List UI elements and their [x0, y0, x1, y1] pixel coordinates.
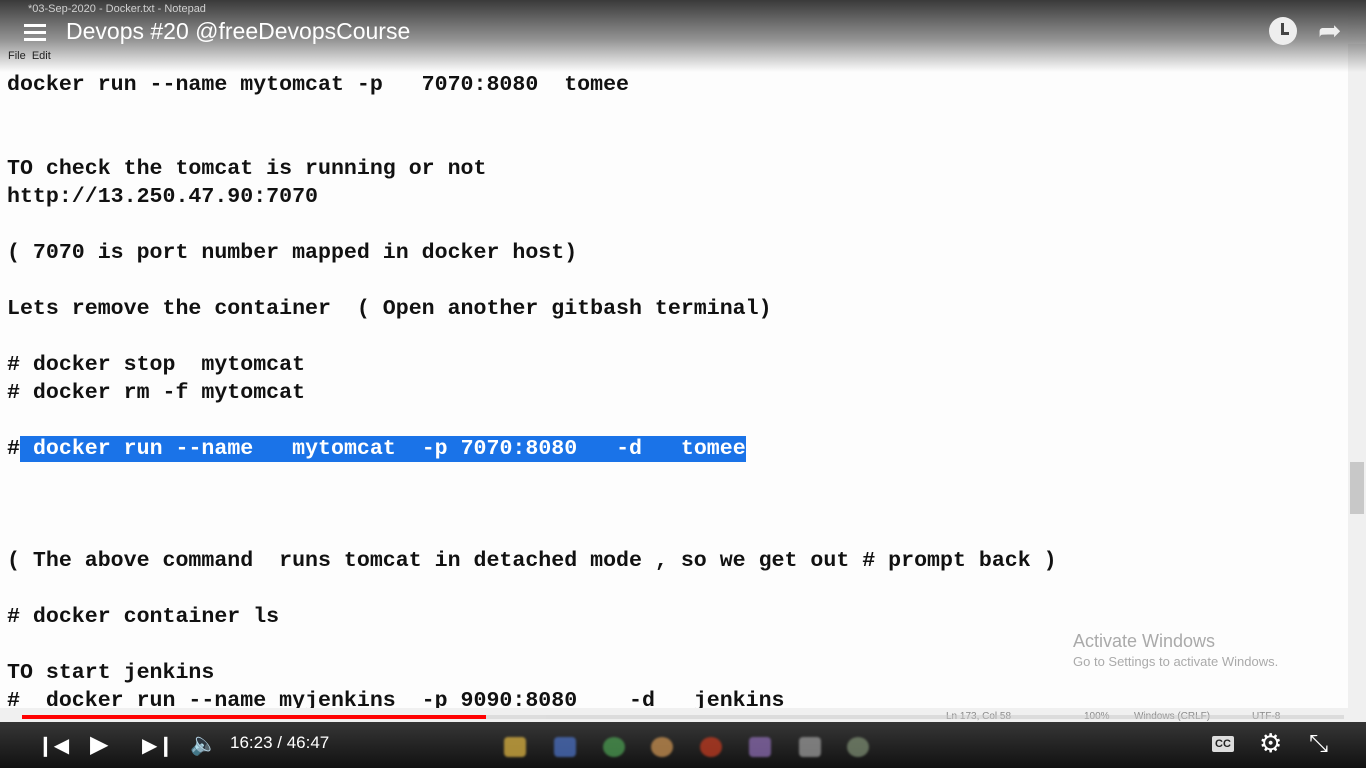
- vertical-scrollbar[interactable]: [1348, 44, 1366, 708]
- text-line: ( 7070 is port number mapped in docker h…: [7, 241, 578, 265]
- captions-icon[interactable]: CC: [1212, 736, 1234, 752]
- text-line: docker run --name mytomcat -p 7070:8080 …: [7, 73, 630, 97]
- text-line: [7, 463, 1057, 491]
- next-icon[interactable]: ▶❙: [142, 733, 174, 758]
- exit-fullscreen-icon[interactable]: ⤡: [1309, 730, 1328, 758]
- volume-icon[interactable]: 🔈: [190, 731, 217, 757]
- text-line: Lets remove the container ( Open another…: [7, 297, 772, 321]
- previous-icon[interactable]: ❙◀: [37, 733, 69, 758]
- progress-bar[interactable]: [22, 715, 1344, 719]
- taskbar-app-icon: [847, 737, 869, 757]
- taskbar-app-icon: [700, 737, 722, 757]
- text-line: # docker rm -f mytomcat: [7, 381, 306, 405]
- text-line: TO check the tomcat is running or not: [7, 157, 487, 181]
- play-icon[interactable]: ▶: [90, 730, 108, 759]
- taskbar-notepad-icon: [799, 737, 821, 757]
- playlist-icon[interactable]: [24, 24, 46, 45]
- taskbar-app-icon: [651, 737, 673, 757]
- notepad-editor[interactable]: docker run --name mytomcat -p 7070:8080 …: [0, 0, 1348, 708]
- text-line: # docker run --name myjenkins -p 9090:80…: [7, 689, 785, 708]
- taskbar-git-icon: [749, 737, 771, 757]
- selected-text[interactable]: docker run --name mytomcat -p 7070:8080 …: [20, 436, 746, 462]
- share-icon[interactable]: ➦: [1318, 14, 1341, 47]
- text-line: # docker container ls: [7, 605, 280, 629]
- text-line: [7, 631, 1057, 659]
- text-line: [7, 211, 1057, 239]
- text-line: [7, 575, 1057, 603]
- text-line: TO start jenkins: [7, 661, 215, 685]
- watermark-subtitle: Go to Settings to activate Windows.: [1073, 654, 1279, 669]
- text-line: [7, 127, 1057, 155]
- text-line: http://13.250.47.90:7070: [7, 185, 319, 209]
- text-line: ( The above command runs tomcat in detac…: [7, 549, 1057, 573]
- video-title[interactable]: Devops #20 @freeDevopsCourse: [66, 18, 410, 45]
- settings-gear-icon[interactable]: ⚙: [1259, 728, 1282, 759]
- text-line: [7, 323, 1057, 351]
- activate-windows-watermark: Activate Windows Go to Settings to activ…: [1073, 631, 1278, 669]
- taskbar-explorer-icon: [504, 737, 526, 757]
- text-line: # docker run --name mytomcat -p 7070:808…: [7, 436, 746, 462]
- scrollbar-thumb[interactable]: [1350, 462, 1364, 514]
- notepad-window-title: *03-Sep-2020 - Docker.txt - Notepad: [28, 3, 206, 15]
- text-lines: docker run --name mytomcat -p 7070:8080 …: [7, 71, 1057, 708]
- text-line: [7, 267, 1057, 295]
- taskbar-app-icon: [554, 737, 576, 757]
- notepad-menu[interactable]: File Edit: [8, 50, 51, 62]
- text-line: [7, 491, 1057, 519]
- text-line: # docker stop mytomcat: [7, 353, 306, 377]
- watermark-title: Activate Windows: [1073, 631, 1216, 651]
- text-line: [7, 99, 1057, 127]
- played-bar: [22, 715, 487, 719]
- time-display: 16:23 / 46:47: [230, 733, 330, 752]
- watch-later-icon[interactable]: [1269, 17, 1297, 45]
- taskbar-chrome-icon: [603, 737, 625, 757]
- text-line: [7, 519, 1057, 547]
- text-line: [7, 407, 1057, 435]
